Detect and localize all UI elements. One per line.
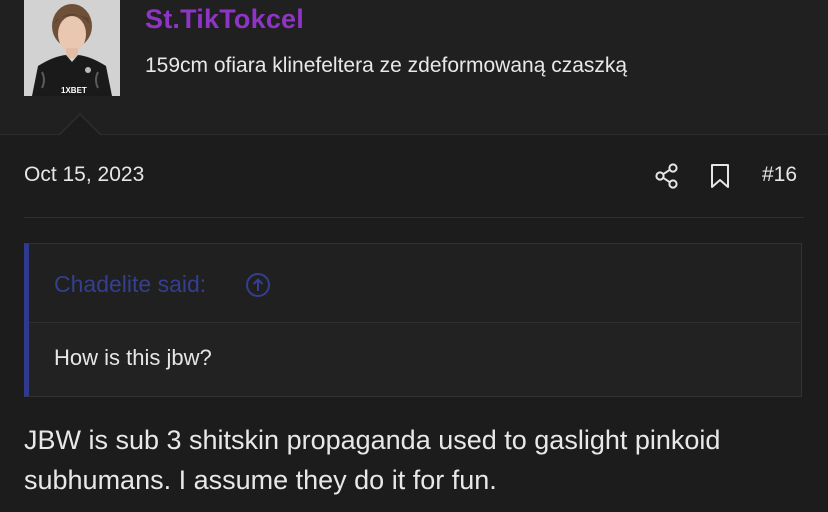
avatar-image: 1XBET <box>24 0 120 96</box>
quote-block: Chadelite said: How is this jbw? <box>24 243 802 397</box>
share-icon <box>655 163 678 189</box>
post-meta-bar: Oct 15, 2023 #16 <box>0 135 828 217</box>
divider <box>24 217 804 218</box>
quote-header: Chadelite said: <box>29 244 801 323</box>
arrow-up-circle-icon <box>246 273 270 297</box>
avatar-jersey-text: 1XBET <box>61 86 87 95</box>
user-title: 159cm ofiara klinefeltera ze zdeformowan… <box>145 54 628 77</box>
post-number-link[interactable]: #16 <box>762 163 797 187</box>
post-user-header: 1XBET St.TikTokcel 159cm ofiara klinefel… <box>0 0 828 135</box>
share-button[interactable] <box>653 162 681 190</box>
quote-text: How is this jbw? <box>54 345 212 370</box>
username-link[interactable]: St.TikTokcel <box>145 4 304 35</box>
bookmark-button[interactable] <box>708 162 732 190</box>
quote-author-link[interactable]: Chadelite said: <box>54 271 206 298</box>
user-arrow <box>60 115 100 135</box>
avatar[interactable]: 1XBET <box>24 0 120 96</box>
post-date-link[interactable]: Oct 15, 2023 <box>24 163 144 187</box>
bookmark-icon <box>711 164 729 188</box>
post-message: JBW is sub 3 shitskin propaganda used to… <box>24 425 721 495</box>
quote-jump-button[interactable] <box>245 272 271 298</box>
